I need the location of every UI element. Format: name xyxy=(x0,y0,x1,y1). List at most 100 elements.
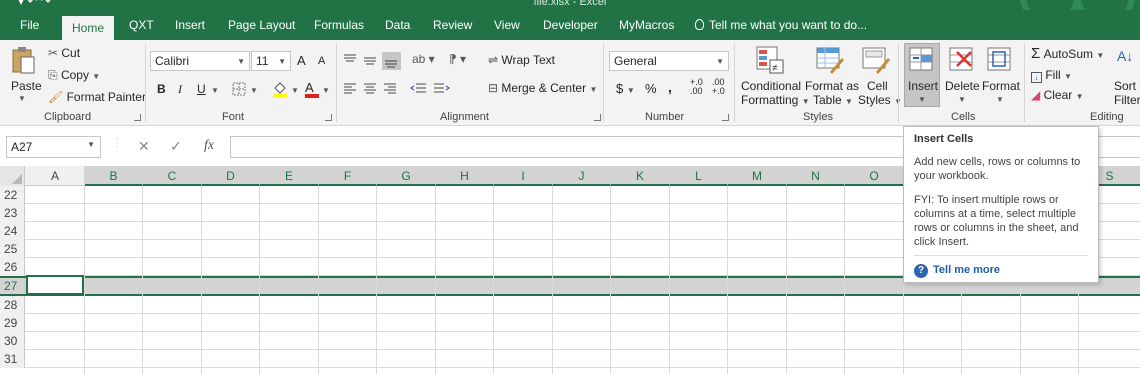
clear-button[interactable]: ◢ Clear ▼ xyxy=(1031,88,1084,102)
column-header-n[interactable]: N xyxy=(787,166,845,186)
column-header-d[interactable]: D xyxy=(202,166,260,186)
wrap-text-button[interactable]: ⇌ Wrap Text xyxy=(488,53,555,67)
tab-data[interactable]: Data xyxy=(385,18,410,32)
row-header-22[interactable]: 22 xyxy=(0,186,25,204)
row-header-23[interactable]: 23 xyxy=(0,204,25,222)
fill-color-icon[interactable] xyxy=(272,80,288,98)
cell-styles-icon[interactable] xyxy=(862,46,890,74)
underline-button[interactable]: U xyxy=(197,82,206,96)
sort-filter-icon[interactable]: A↓ xyxy=(1117,48,1133,64)
paste-icon[interactable] xyxy=(10,46,36,76)
column-header-i[interactable]: I xyxy=(494,166,553,186)
tab-qxt[interactable]: QXT xyxy=(129,18,154,32)
conditional-formatting-label-2[interactable]: Formatting ▼ xyxy=(741,93,810,107)
tab-view[interactable]: View xyxy=(494,18,520,32)
tab-review[interactable]: Review xyxy=(433,18,472,32)
tab-developer[interactable]: Developer xyxy=(543,18,598,32)
insert-cells-icon[interactable] xyxy=(909,46,935,74)
enter-check-icon[interactable]: ✓ xyxy=(170,138,182,155)
row-header-30[interactable]: 30 xyxy=(0,332,25,350)
column-header-h[interactable]: H xyxy=(436,166,494,186)
shrink-font-button[interactable]: A xyxy=(318,55,325,67)
fill-button[interactable]: ↓ Fill ▼ xyxy=(1031,68,1072,83)
number-launcher-icon[interactable] xyxy=(722,114,729,121)
font-color-button[interactable]: A xyxy=(305,80,319,98)
autosum-button[interactable]: Σ AutoSum ▼ xyxy=(1031,45,1104,62)
vertical-align-icons[interactable] xyxy=(342,52,402,70)
column-header-a[interactable]: A xyxy=(26,166,85,186)
tab-mymacros[interactable]: MyMacros xyxy=(619,18,674,32)
increase-decimal-button[interactable]: +.0 .00 xyxy=(690,78,710,96)
rtl-button[interactable]: ⁋ ▾ xyxy=(449,52,466,66)
cell-styles-label-2[interactable]: Styles ▼ xyxy=(858,93,902,107)
column-header-b[interactable]: B xyxy=(85,166,143,186)
tab-formulas[interactable]: Formulas xyxy=(314,18,364,32)
name-box[interactable]: A27 ▼ xyxy=(6,136,101,158)
clipboard-launcher-icon[interactable] xyxy=(134,114,141,121)
comma-button[interactable]: , xyxy=(668,79,672,95)
copy-button[interactable]: ⎘ Copy ▼ xyxy=(48,68,100,83)
font-name-select[interactable]: Calibri ▼ xyxy=(150,51,250,71)
row-header-29[interactable]: 29 xyxy=(0,314,25,332)
merge-center-button[interactable]: ⊟ Merge & Center ▼ xyxy=(488,81,597,95)
chevron-down-icon[interactable]: ▼ xyxy=(18,94,26,103)
conditional-formatting-label-1[interactable]: Conditional xyxy=(741,79,801,93)
sort-filter-label-1[interactable]: Sort & xyxy=(1114,79,1140,93)
column-header-c[interactable]: C xyxy=(143,166,202,186)
percent-button[interactable]: % xyxy=(645,81,657,96)
row-header-28[interactable]: 28 xyxy=(0,296,25,314)
format-as-table-label-2[interactable]: Table ▼ xyxy=(813,93,853,107)
select-all-button[interactable] xyxy=(0,166,25,186)
sort-filter-label-2[interactable]: Filter xyxy=(1114,93,1140,107)
font-launcher-icon[interactable] xyxy=(325,114,332,121)
cell-styles-label-1[interactable]: Cell xyxy=(867,79,888,93)
tab-home[interactable]: Home xyxy=(62,16,115,40)
borders-icon[interactable] xyxy=(232,82,246,96)
row-header-25[interactable]: 25 xyxy=(0,240,25,258)
chevron-down-icon[interactable]: ▼ xyxy=(996,95,1004,104)
tell-me-more-link[interactable]: ? Tell me more xyxy=(914,264,1000,278)
insert-button[interactable]: Insert xyxy=(908,79,938,93)
delete-button[interactable]: Delete xyxy=(945,79,980,93)
paste-button[interactable]: Paste xyxy=(11,79,42,93)
tab-insert[interactable]: Insert xyxy=(175,18,205,32)
tab-page-layout[interactable]: Page Layout xyxy=(228,18,295,32)
column-header-l[interactable]: L xyxy=(670,166,728,186)
horizontal-align-icons[interactable] xyxy=(342,82,402,96)
row-header-31[interactable]: 31 xyxy=(0,350,25,368)
tab-file[interactable]: File xyxy=(20,18,39,32)
column-header-g[interactable]: G xyxy=(377,166,436,186)
chevron-down-icon[interactable]: ▼ xyxy=(291,86,299,95)
chevron-down-icon[interactable]: ▼ xyxy=(958,95,966,104)
column-header-o[interactable]: O xyxy=(845,166,904,186)
currency-button[interactable]: $ ▼ xyxy=(616,81,635,96)
row-header-27[interactable]: 27 xyxy=(0,278,25,294)
number-format-select[interactable]: General ▼ xyxy=(609,51,729,71)
cut-button[interactable]: ✂ Cut xyxy=(48,46,80,60)
chevron-down-icon[interactable]: ▼ xyxy=(322,86,330,95)
format-as-table-label-1[interactable]: Format as xyxy=(805,79,859,93)
decrease-decimal-button[interactable]: .00 +.0 xyxy=(712,78,732,96)
chevron-down-icon[interactable]: ▼ xyxy=(211,86,219,95)
grow-font-button[interactable]: A xyxy=(297,53,306,68)
chevron-down-icon[interactable]: ▼ xyxy=(87,140,95,149)
chevron-down-icon[interactable]: ▼ xyxy=(918,95,926,104)
cancel-icon[interactable]: ✕ xyxy=(138,138,150,155)
column-header-j[interactable]: J xyxy=(553,166,611,186)
bold-button[interactable]: B xyxy=(157,82,166,96)
conditional-formatting-icon[interactable]: ≠ xyxy=(756,46,784,74)
delete-cells-icon[interactable] xyxy=(949,46,975,74)
tell-me-search[interactable]: Tell me what you want to do... xyxy=(695,18,867,32)
row-header-26[interactable]: 26 xyxy=(0,258,25,276)
italic-button[interactable]: I xyxy=(178,82,182,97)
format-button[interactable]: Format xyxy=(982,79,1020,93)
insert-function-button[interactable]: fx xyxy=(204,138,214,154)
orientation-button[interactable]: ab ▾ xyxy=(412,52,435,66)
column-header-f[interactable]: F xyxy=(319,166,377,186)
format-painter-button[interactable]: 🖌 Format Painter xyxy=(48,90,146,104)
font-size-select[interactable]: 11 ▼ xyxy=(251,51,291,71)
indent-icons[interactable] xyxy=(410,82,450,96)
format-as-table-icon[interactable] xyxy=(816,46,844,74)
format-cells-icon[interactable] xyxy=(987,46,1013,74)
column-header-k[interactable]: K xyxy=(611,166,670,186)
